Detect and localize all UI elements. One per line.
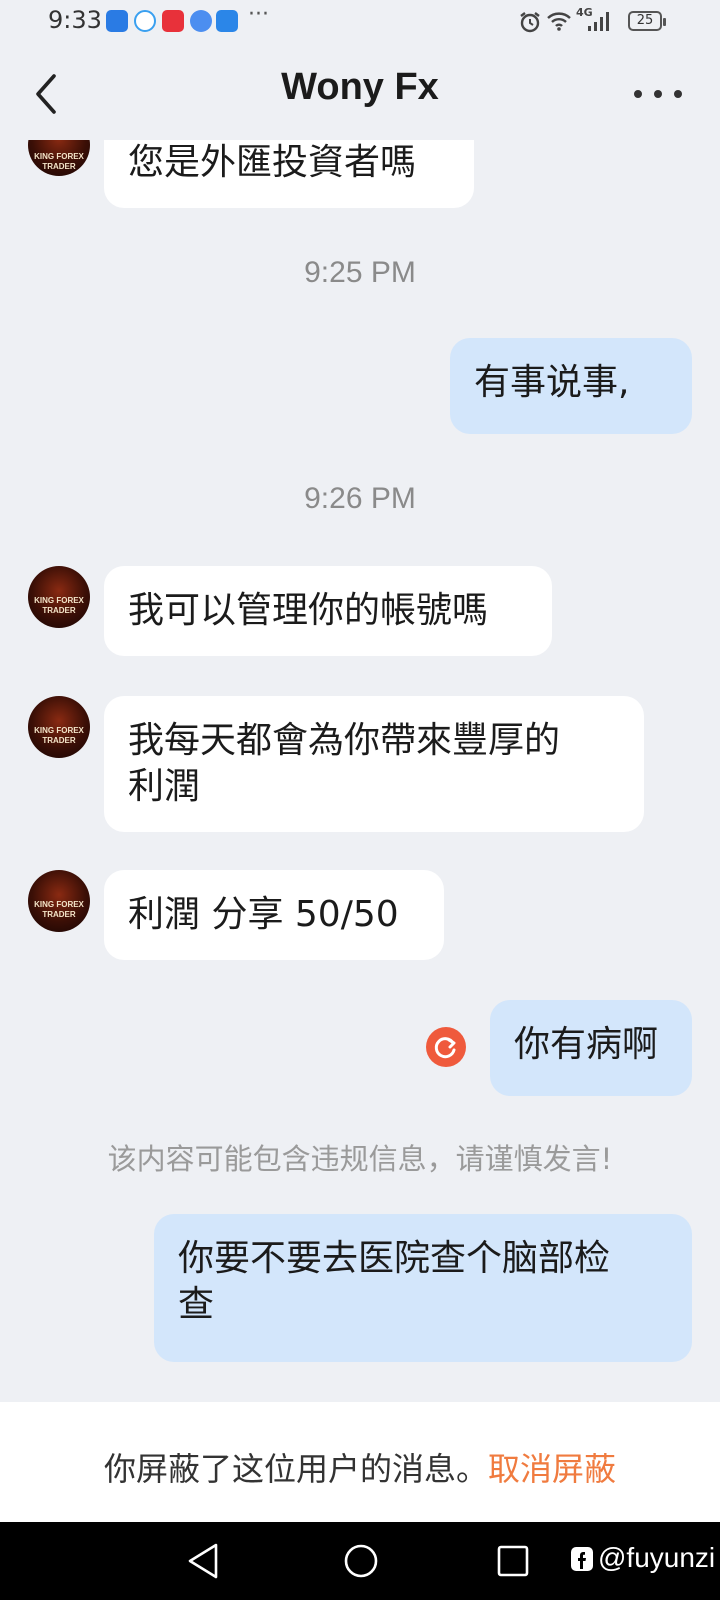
message-bubble-received[interactable]: 我每天都會為你帶來豐厚的 利潤 — [104, 696, 644, 832]
message-text: 利潤 分享 50/50 — [128, 894, 399, 935]
blocked-notice: 你屏蔽了这位用户的消息。取消屏蔽 — [0, 1444, 720, 1490]
message-list[interactable]: KING FOREX TRADER 您是外匯投資者嗎 9:25 PM 有事说事,… — [0, 140, 720, 1402]
signal-icon — [588, 12, 609, 31]
blocked-notice-text: 你屏蔽了这位用户的消息。 — [103, 1450, 488, 1488]
message-bubble-received[interactable]: 利潤 分享 50/50 — [104, 870, 444, 960]
more-notifications-icon: ··· — [248, 2, 269, 27]
message-bubble-sent[interactable]: 你要不要去医院查个脑部检 查 — [154, 1214, 692, 1362]
avatar[interactable]: KING FOREX TRADER — [28, 696, 90, 758]
wifi-icon — [547, 12, 571, 31]
nav-recents-icon[interactable] — [496, 1544, 530, 1578]
avatar[interactable]: KING FOREX TRADER — [28, 566, 90, 628]
nav-back-icon[interactable] — [186, 1542, 220, 1580]
avatar[interactable]: KING FOREX TRADER — [28, 870, 90, 932]
message-bubble-sent[interactable]: 有事说事, — [450, 338, 692, 434]
avatar-text: KING FOREX — [34, 726, 84, 735]
timestamp: 9:25 PM — [304, 256, 416, 289]
status-time: 9:33 — [48, 6, 102, 34]
app-notification-icon — [106, 10, 128, 32]
facebook-icon — [571, 1547, 593, 1571]
timestamp: 9:26 PM — [304, 482, 416, 515]
message-text: 我每天都會為你帶來豐厚的 — [128, 720, 561, 761]
avatar-text: TRADER — [42, 736, 76, 745]
message-text: 我可以管理你的帳號嗎 — [128, 590, 489, 631]
avatar-text: KING FOREX — [34, 900, 84, 909]
message-text: 您是外匯投資者嗎 — [128, 142, 417, 183]
nav-home-icon[interactable] — [342, 1542, 380, 1580]
message-text: 你要不要去医院查个脑部检 — [178, 1238, 611, 1279]
avatar-text: TRADER — [42, 910, 76, 919]
resend-icon[interactable] — [426, 1027, 466, 1067]
content-warning: 该内容可能包含违规信息，请谨慎发言! — [107, 1142, 613, 1176]
globe-notification-icon — [190, 10, 212, 32]
message-text: 利潤 — [128, 766, 201, 807]
message-bubble-received[interactable]: 我可以管理你的帳號嗎 — [104, 566, 552, 656]
alarm-icon — [520, 12, 540, 33]
battery-indicator: 25 — [628, 11, 666, 31]
avatar-text: KING FOREX — [34, 596, 84, 605]
message-text: 查 — [178, 1284, 215, 1325]
avatar-text: KING FOREX — [34, 152, 84, 161]
message-bubble-sent[interactable]: 你有病啊 — [490, 1000, 692, 1096]
avatar-text: TRADER — [42, 606, 76, 615]
chat-title: Wony Fx — [281, 66, 439, 108]
news-notification-icon — [162, 10, 184, 32]
message-text: 有事说事, — [474, 362, 630, 403]
message-bubble-received[interactable]: 您是外匯投資者嗎 — [104, 140, 474, 208]
browser-notification-icon — [134, 10, 156, 32]
avatar-text: TRADER — [42, 162, 76, 171]
message-text: 你有病啊 — [514, 1024, 659, 1065]
weather-notification-icon — [216, 10, 238, 32]
unblock-link[interactable]: 取消屏蔽 — [488, 1450, 616, 1488]
avatar[interactable]: KING FOREX TRADER — [28, 140, 90, 176]
watermark-credit: @fuyunzi — [598, 1542, 716, 1573]
more-options-icon[interactable] — [628, 82, 688, 106]
